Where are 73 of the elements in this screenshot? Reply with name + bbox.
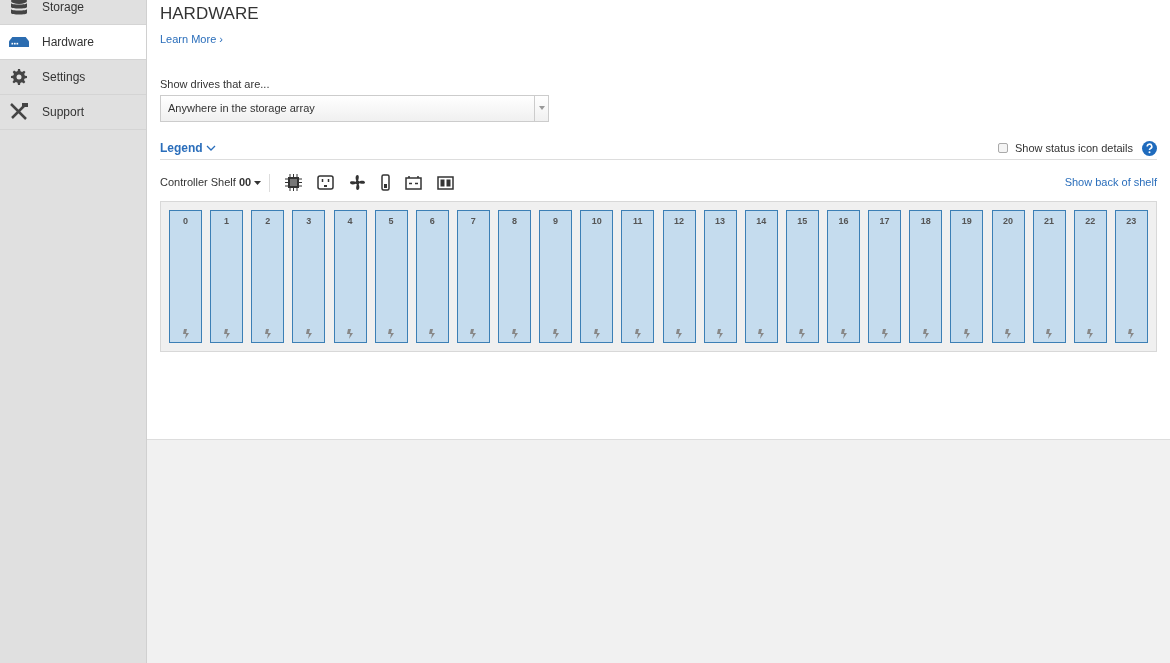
drive-slots-icon[interactable] — [437, 175, 455, 190]
lightning-icon — [1046, 328, 1053, 339]
drive-slot[interactable]: 5 — [374, 209, 408, 343]
drive-slot[interactable]: 13 — [703, 209, 737, 343]
lightning-icon — [758, 328, 765, 339]
status-details-label: Show status icon details — [1015, 140, 1133, 156]
drive-slot[interactable]: 22 — [1073, 209, 1107, 343]
lightning-icon — [264, 328, 271, 339]
drive-slot[interactable]: 15 — [785, 209, 819, 343]
drive-filter-dropdown[interactable]: Anywhere in the storage array — [160, 94, 549, 122]
drive-slot[interactable]: 9 — [539, 209, 573, 343]
lightning-icon — [717, 328, 724, 339]
drive-slot[interactable]: 17 — [868, 209, 902, 343]
lightning-icon — [922, 328, 929, 339]
drive-slot[interactable]: 10 — [580, 209, 614, 343]
page-title: HARDWARE — [160, 4, 260, 24]
thermometer-icon[interactable] — [381, 174, 391, 191]
status-details-checkbox[interactable] — [998, 143, 1008, 153]
learn-more-link[interactable]: Learn More › — [160, 31, 223, 48]
lightning-icon — [799, 328, 806, 339]
chip-icon[interactable] — [285, 174, 303, 191]
lightning-icon — [881, 328, 888, 339]
lightning-icon — [1005, 328, 1011, 339]
drive-slot[interactable]: 6 — [415, 209, 449, 343]
help-icon[interactable] — [1142, 140, 1157, 156]
sidebar-item[interactable]: Hardware — [0, 25, 146, 60]
lightning-icon — [552, 328, 559, 339]
lightning-icon — [963, 328, 970, 339]
drive-slot[interactable]: 4 — [333, 209, 367, 343]
lightning-icon — [1128, 328, 1135, 339]
lightning-icon — [1087, 328, 1094, 339]
lightning-icon — [429, 328, 436, 339]
filter-label: Show drives that are... — [160, 77, 271, 92]
drive-slot[interactable]: 21 — [1032, 209, 1066, 343]
drive-slot[interactable]: 14 — [744, 209, 778, 343]
lightning-icon — [511, 328, 518, 339]
drive-slot[interactable]: 16 — [827, 209, 860, 343]
caret-icon — [254, 180, 262, 185]
lightning-icon — [593, 328, 600, 339]
lightning-icon — [840, 328, 847, 339]
lightning-icon — [305, 328, 312, 339]
power-outlet-icon[interactable] — [317, 175, 335, 190]
drive-slot[interactable]: 12 — [662, 209, 696, 343]
drive-slot[interactable]: 7 — [456, 209, 490, 343]
drive-slot[interactable]: 2 — [251, 209, 285, 343]
drive-slot[interactable]: 20 — [991, 209, 1025, 343]
battery-icon[interactable] — [405, 175, 423, 190]
lightning-icon — [470, 328, 477, 339]
lightning-icon — [634, 328, 641, 339]
show-back-link[interactable]: Show back of shelf — [1064, 174, 1157, 191]
drive-slot[interactable]: 1 — [210, 209, 244, 343]
drive-slot[interactable]: 23 — [1114, 209, 1148, 343]
chevron-down-icon — [205, 145, 216, 151]
legend-toggle[interactable]: Legend — [160, 139, 216, 157]
fan-icon[interactable] — [349, 174, 367, 191]
drive-slot[interactable]: 18 — [909, 209, 943, 343]
lightning-icon — [182, 328, 189, 339]
drive-slot[interactable]: 11 — [621, 209, 655, 343]
database-icon — [10, 0, 28, 16]
lightning-icon — [676, 328, 682, 339]
lightning-icon — [388, 328, 395, 339]
tools-icon — [9, 103, 29, 121]
drive-slot[interactable]: 3 — [292, 209, 326, 343]
shelf-dropdown[interactable]: Controller Shelf 00 — [160, 173, 271, 192]
caret-icon — [538, 106, 545, 110]
sidebar-item[interactable]: Storage — [0, 0, 146, 25]
lightning-icon — [223, 328, 230, 339]
drive-slot[interactable]: 0 — [169, 209, 202, 343]
lightning-icon — [347, 328, 353, 339]
drive-slot[interactable]: 19 — [950, 209, 984, 343]
settings-icon — [11, 69, 27, 85]
drive-slot[interactable]: 8 — [498, 209, 531, 343]
server-icon — [9, 36, 29, 48]
